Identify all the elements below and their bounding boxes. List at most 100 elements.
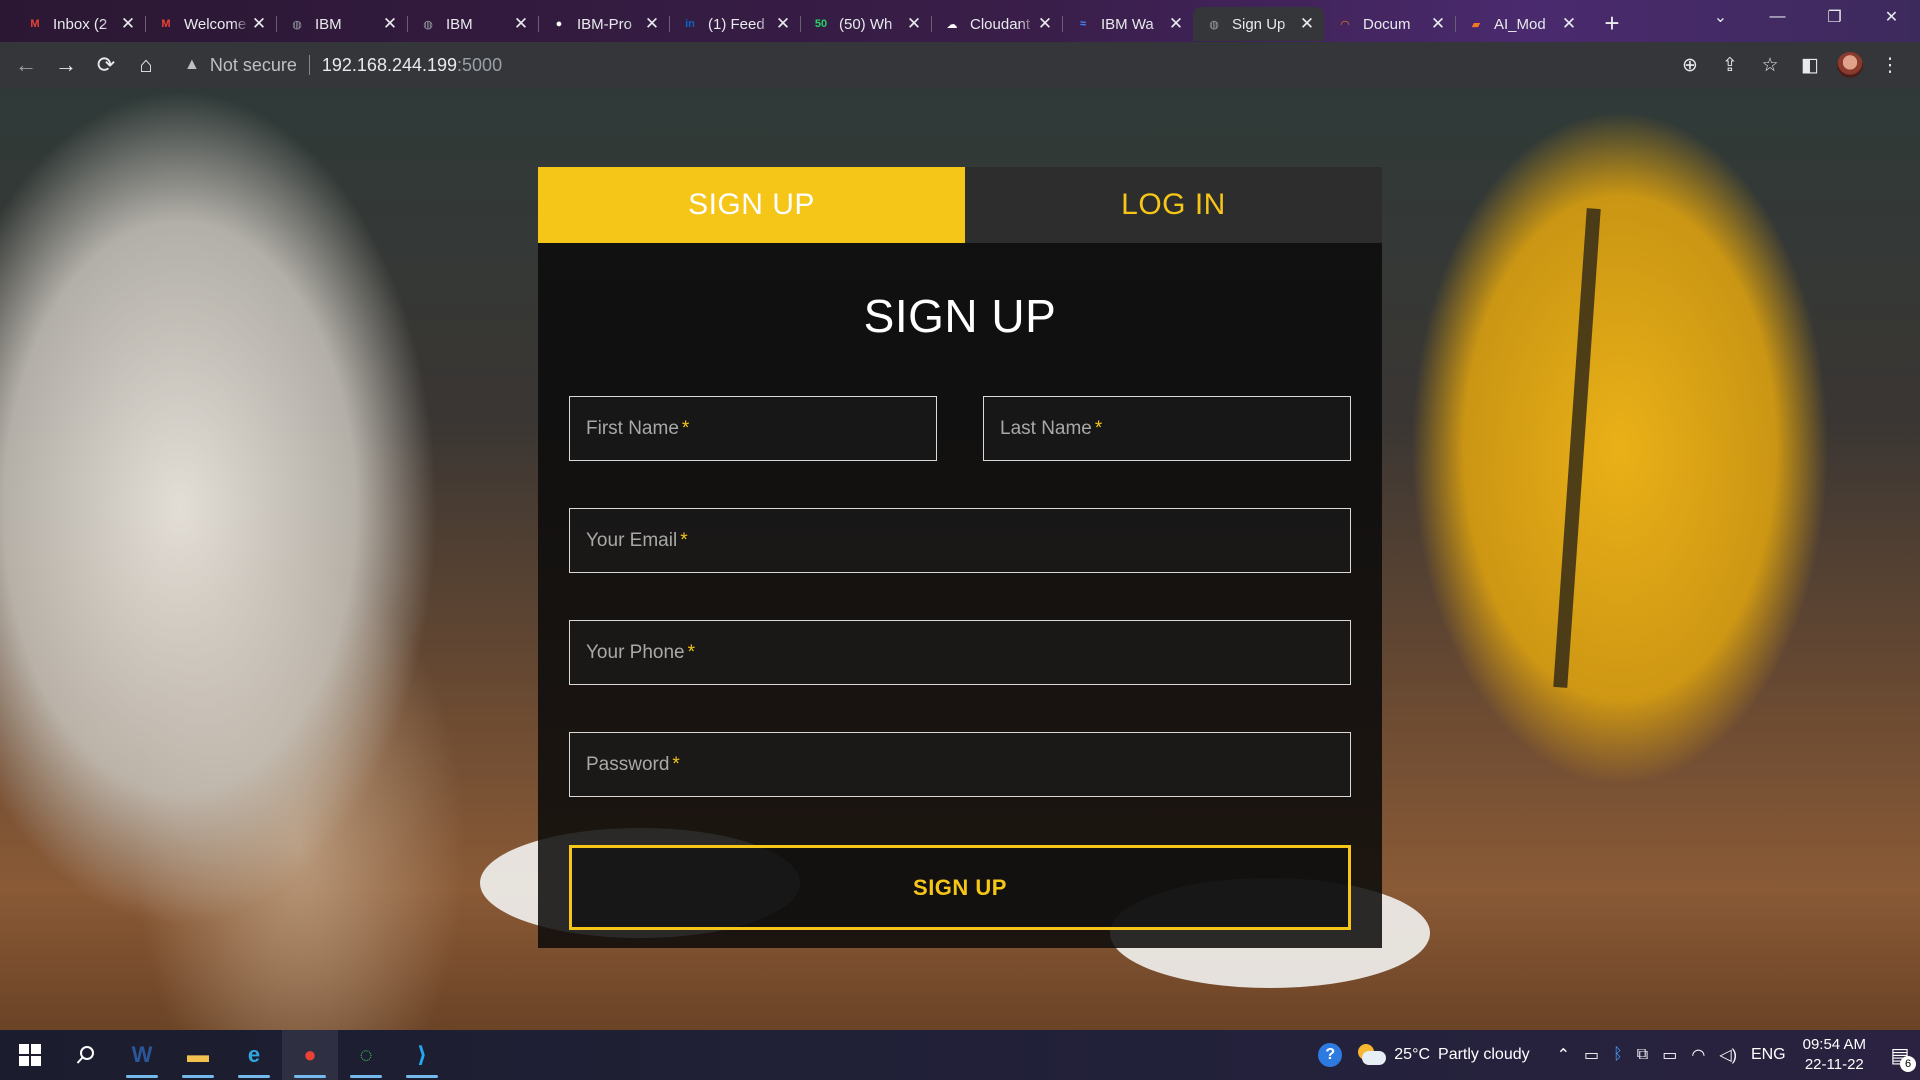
browser-menu-icon[interactable]: ⋮ bbox=[1874, 49, 1906, 81]
weather-widget[interactable]: 25°C Partly cloudy bbox=[1356, 1044, 1530, 1066]
profile-avatar[interactable] bbox=[1834, 49, 1866, 81]
help-icon[interactable]: ? bbox=[1318, 1043, 1343, 1067]
browser-tab[interactable]: ▰ AI_Mod ✕ bbox=[1455, 7, 1586, 41]
bookmark-star-icon[interactable]: ☆ bbox=[1754, 49, 1786, 81]
close-tab-icon[interactable]: ✕ bbox=[1036, 14, 1054, 34]
browser-tab[interactable]: ◍ IBM ✕ bbox=[276, 7, 407, 41]
required-mark: * bbox=[672, 753, 680, 775]
browser-tab[interactable]: ◍ Sign Up ✕ bbox=[1193, 7, 1324, 41]
bluetooth-icon[interactable]: ᛒ bbox=[1613, 1046, 1623, 1064]
browser-tab[interactable]: M Inbox (2 ✕ bbox=[14, 7, 145, 41]
tab-login[interactable]: LOG IN bbox=[965, 167, 1382, 243]
close-tab-icon[interactable]: ✕ bbox=[1429, 14, 1447, 34]
close-tab-icon[interactable]: ✕ bbox=[119, 14, 137, 34]
required-mark: * bbox=[680, 529, 688, 551]
app-glyph: ● bbox=[303, 1042, 317, 1067]
meet-now-icon[interactable]: ▭ bbox=[1584, 1045, 1599, 1065]
browser-tab-strip: M Inbox (2 ✕ M Welcome ✕ ◍ IBM ✕ ◍ IBM ✕ ● IBM-Pro ✕ in… bbox=[0, 0, 1920, 42]
back-button[interactable]: ← bbox=[6, 47, 46, 83]
home-button[interactable]: ⌂ bbox=[126, 47, 166, 83]
zoom-icon[interactable]: ⊕ bbox=[1674, 49, 1706, 81]
word-icon[interactable]: W bbox=[114, 1030, 170, 1080]
clock[interactable]: 09:54 AM 22-11-22 bbox=[1803, 1035, 1866, 1075]
close-tab-icon[interactable]: ✕ bbox=[250, 14, 268, 34]
restore-button[interactable]: ❐ bbox=[1806, 0, 1863, 34]
side-panel-icon[interactable]: ◧ bbox=[1794, 49, 1826, 81]
app-glyph: ⟩ bbox=[416, 1042, 428, 1067]
close-tab-icon[interactable]: ✕ bbox=[1560, 14, 1578, 34]
search-icon[interactable] bbox=[58, 1030, 114, 1080]
notebook-icon: ▰ bbox=[1471, 18, 1481, 31]
language-indicator[interactable]: ENG bbox=[1751, 1046, 1786, 1064]
tab-signup[interactable]: SIGN UP bbox=[538, 167, 965, 243]
browser-tab[interactable]: in (1) Feed ✕ bbox=[669, 7, 800, 41]
warning-icon[interactable]: ▲ bbox=[184, 56, 200, 74]
address-bar[interactable]: ▲ Not secure 192.168.244.199 :5000 bbox=[184, 47, 502, 83]
browser-tab[interactable]: ◠ Docum ✕ bbox=[1324, 7, 1455, 41]
last-name-field[interactable]: Last Name * bbox=[983, 396, 1351, 461]
file-explorer-icon[interactable]: ▬ bbox=[170, 1030, 226, 1080]
browser-tab[interactable]: M Welcome ✕ bbox=[145, 7, 276, 41]
signup-submit-button[interactable]: SIGN UP bbox=[569, 845, 1351, 930]
loader-app-icon[interactable]: ◌ bbox=[338, 1030, 394, 1080]
globe-icon: ◍ bbox=[423, 18, 433, 31]
tab-search-dropdown-icon[interactable]: ⌄ bbox=[1692, 0, 1749, 34]
toolbar-actions: ⊕ ⇪ ☆ ◧ ⋮ bbox=[1674, 42, 1906, 88]
display-icon[interactable]: ⧉ bbox=[1637, 1046, 1648, 1064]
close-window-button[interactable]: ✕ bbox=[1863, 0, 1920, 34]
required-mark: * bbox=[681, 417, 690, 439]
browser-toolbar: ← → ⟳ ⌂ ▲ Not secure 192.168.244.199 :50… bbox=[0, 42, 1920, 88]
battery-icon[interactable]: ▭ bbox=[1662, 1045, 1677, 1065]
start-button[interactable] bbox=[2, 1030, 58, 1080]
ibm-watson-icon: ≈ bbox=[1079, 18, 1087, 30]
phone-field[interactable]: Your Phone * bbox=[569, 620, 1351, 685]
tab-title: AI_Mod bbox=[1494, 15, 1546, 33]
chrome-icon[interactable]: ● bbox=[282, 1030, 338, 1080]
close-tab-icon[interactable]: ✕ bbox=[905, 14, 923, 34]
tab-title: Welcome bbox=[184, 15, 247, 33]
whatsapp-icon: 50 bbox=[814, 18, 828, 30]
minimize-button[interactable]: — bbox=[1749, 0, 1806, 34]
app-glyph: e bbox=[247, 1042, 261, 1067]
close-tab-icon[interactable]: ✕ bbox=[774, 14, 792, 34]
form-heading: SIGN UP bbox=[863, 290, 1057, 342]
tab-title: (50) Wh bbox=[839, 15, 893, 33]
close-tab-icon[interactable]: ✕ bbox=[512, 14, 530, 34]
close-tab-icon[interactable]: ✕ bbox=[381, 14, 399, 34]
security-label[interactable]: Not secure bbox=[210, 55, 297, 76]
close-tab-icon[interactable]: ✕ bbox=[1298, 14, 1316, 34]
browser-tab[interactable]: ◍ IBM ✕ bbox=[407, 7, 538, 41]
tab-title: Inbox (2 bbox=[53, 15, 108, 33]
edge-icon[interactable]: e bbox=[226, 1030, 282, 1080]
close-tab-icon[interactable]: ✕ bbox=[643, 14, 661, 34]
vscode-icon[interactable]: ⟩ bbox=[394, 1030, 450, 1080]
pinned-apps: W ▬ e ● ◌ ⟩ bbox=[114, 1030, 450, 1080]
cloudant-icon: ☁ bbox=[946, 18, 958, 31]
browser-tab[interactable]: ☁ Cloudant ✕ bbox=[931, 7, 1062, 41]
gmail-icon: M bbox=[161, 18, 171, 30]
url-host[interactable]: 192.168.244.199 bbox=[322, 55, 457, 76]
first-name-placeholder: First Name bbox=[586, 417, 679, 439]
volume-icon[interactable]: ◁) bbox=[1719, 1045, 1737, 1065]
jupyter-icon: ◠ bbox=[1340, 18, 1350, 31]
tab-title: (1) Feed bbox=[708, 15, 765, 33]
forward-button[interactable]: → bbox=[46, 47, 86, 83]
weather-temp: 25°C bbox=[1394, 1046, 1431, 1063]
window-controls: ⌄ — ❐ ✕ bbox=[1692, 0, 1920, 34]
browser-tab[interactable]: ● IBM-Pro ✕ bbox=[538, 7, 669, 41]
app-glyph: ▬ bbox=[187, 1042, 209, 1067]
url-port[interactable]: :5000 bbox=[457, 55, 502, 76]
reload-button[interactable]: ⟳ bbox=[86, 47, 126, 83]
chevron-up-icon[interactable]: ⌃ bbox=[1557, 1045, 1570, 1065]
password-field[interactable]: Password * bbox=[569, 732, 1351, 797]
notification-center-icon[interactable]: ▤ 6 bbox=[1880, 1030, 1920, 1080]
new-tab-button[interactable]: + bbox=[1594, 8, 1630, 38]
address-divider bbox=[308, 55, 310, 75]
share-icon[interactable]: ⇪ bbox=[1714, 49, 1746, 81]
email-field[interactable]: Your Email * bbox=[569, 508, 1351, 573]
first-name-field[interactable]: First Name * bbox=[569, 396, 937, 461]
browser-tab[interactable]: ≈ IBM Wa ✕ bbox=[1062, 7, 1193, 41]
wifi-icon[interactable]: ◠ bbox=[1691, 1045, 1705, 1065]
close-tab-icon[interactable]: ✕ bbox=[1167, 14, 1185, 34]
browser-tab[interactable]: 50 (50) Wh ✕ bbox=[800, 7, 931, 41]
